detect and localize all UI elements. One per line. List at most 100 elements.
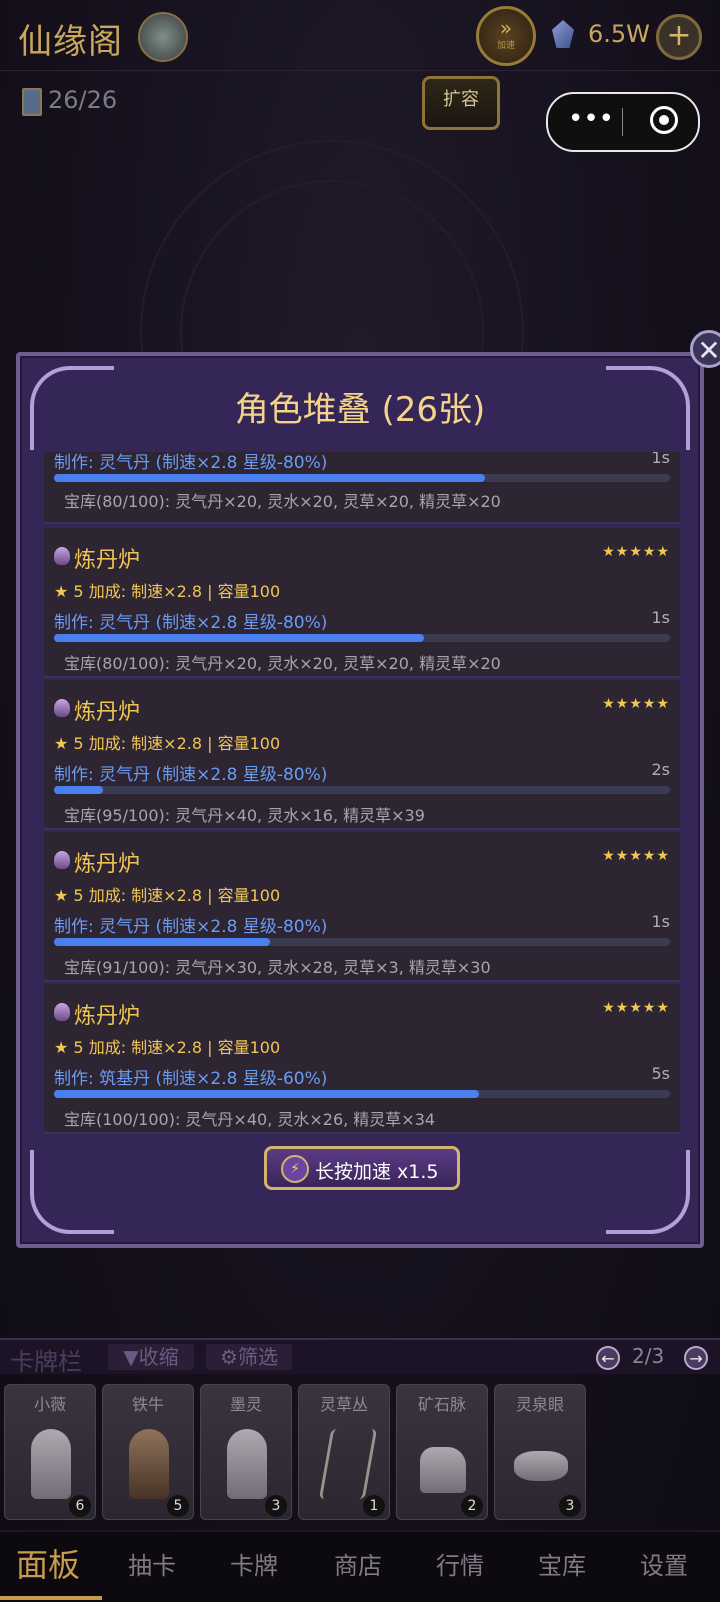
collapse-button[interactable]: ▼收缩 — [108, 1344, 194, 1370]
storage-info: 宝库(91/100): 灵气丹×30, 灵水×28, 灵草×3, 精灵草×30 — [64, 958, 491, 977]
currency-amount: 6.5W — [588, 20, 650, 48]
card-count: 1 — [363, 1495, 385, 1517]
list-item[interactable]: 炼丹炉 ★★★★★ ★ 5 加成: 制速×2.8 | 容量100 制作: 灵气丹… — [44, 680, 680, 830]
bottom-nav: 面板 抽卡 卡牌 商店 行情 宝库 设置 — [0, 1530, 720, 1602]
speedup-label: 长按加速 x1.5 — [315, 1161, 439, 1183]
card-slot[interactable]: 灵泉眼 3 — [494, 1384, 586, 1520]
gem-icon — [552, 20, 574, 48]
card-slot[interactable]: 矿石脉 2 — [396, 1384, 488, 1520]
furnace-icon — [54, 1003, 70, 1021]
character-portrait-icon — [31, 1429, 71, 1499]
header-divider — [0, 70, 720, 71]
nav-tab-settings[interactable]: 设置 — [640, 1546, 688, 1581]
lightning-icon: ⚡ — [281, 1155, 309, 1183]
character-portrait-icon — [227, 1429, 267, 1499]
close-modal-button[interactable]: ✕ — [690, 330, 720, 368]
storage-info: 宝库(95/100): 灵气丹×40, 灵水×16, 精灵草×39 — [64, 806, 425, 825]
furnace-icon — [54, 547, 70, 565]
progress-bar — [54, 1090, 670, 1098]
card-slot[interactable]: 小薇 6 — [4, 1384, 96, 1520]
nav-tab-shop[interactable]: 商店 — [334, 1546, 382, 1581]
prev-page-button[interactable]: ← — [596, 1346, 620, 1370]
craft-info: 制作: 灵气丹 (制速×2.8 星级-80%) — [54, 765, 328, 785]
progress-fill — [54, 474, 486, 482]
card-name: 墨灵 — [229, 1395, 262, 1414]
top-bar: 仙缘阁 » 加速 6.5W + — [0, 0, 720, 70]
craft-info: 制作: 灵气丹 (制速×2.8 星级-80%) — [54, 453, 328, 473]
sword-badge-icon[interactable] — [138, 12, 188, 62]
stack-list[interactable]: 制作: 灵气丹 (制速×2.8 星级-80%) 1s 宝库(80/100): 灵… — [44, 452, 680, 1138]
card-name: 矿石脉 — [417, 1395, 466, 1414]
ornament-corner — [606, 1150, 690, 1234]
bonus-info: ★ 5 加成: 制速×2.8 | 容量100 — [54, 1038, 281, 1057]
craft-time: 5s — [651, 1064, 670, 1083]
progress-bar — [54, 634, 670, 642]
list-item[interactable]: 炼丹炉 ★★★★★ ★ 5 加成: 制速×2.8 | 容量100 制作: 灵气丹… — [44, 528, 680, 678]
progress-fill — [54, 1090, 480, 1098]
bonus-info: ★ 5 加成: 制速×2.8 | 容量100 — [54, 886, 281, 905]
spring-icon — [514, 1451, 568, 1481]
page-indicator: 2/3 — [632, 1344, 665, 1368]
deck-count: 26/26 — [48, 86, 118, 114]
card-slot[interactable]: 铁牛 5 — [102, 1384, 194, 1520]
storage-info: 宝库(80/100): 灵气丹×20, 灵水×20, 灵草×20, 精灵草×20 — [64, 492, 501, 511]
list-item[interactable]: 炼丹炉 ★★★★★ ★ 5 加成: 制速×2.8 | 容量100 制作: 灵气丹… — [44, 832, 680, 982]
list-item[interactable]: 制作: 灵气丹 (制速×2.8 星级-80%) 1s 宝库(80/100): 灵… — [44, 452, 680, 524]
active-tab-indicator — [0, 1596, 102, 1600]
filter-button[interactable]: ⚙筛选 — [206, 1344, 292, 1370]
add-currency-button[interactable]: + — [656, 14, 702, 60]
nav-tab-panel[interactable]: 面板 — [16, 1540, 80, 1586]
item-name: 炼丹炉 — [74, 852, 141, 877]
progress-fill — [54, 938, 270, 946]
fast-forward-icon: » — [499, 16, 513, 40]
card-name: 灵草丛 — [319, 1395, 368, 1414]
card-name: 灵泉眼 — [515, 1395, 564, 1414]
nav-tab-market[interactable]: 行情 — [436, 1546, 484, 1581]
next-page-button[interactable]: → — [684, 1346, 708, 1370]
capsule-divider — [622, 108, 623, 136]
modal-title: 角色堆叠 (26张) — [234, 390, 486, 430]
stack-modal: 角色堆叠 (26张) 制作: 灵气丹 (制速×2.8 星级-80%) 1s 宝库… — [16, 352, 704, 1248]
furnace-icon — [54, 699, 70, 717]
list-item[interactable]: 炼丹炉 ★★★★★ ★ 5 加成: 制速×2.8 | 容量100 制作: 筑基丹… — [44, 984, 680, 1134]
card-row: 小薇 6 铁牛 5 墨灵 3 灵草丛 1 矿石脉 2 灵泉眼 3 — [0, 1380, 720, 1520]
star-rating: ★★★★★ — [602, 848, 670, 864]
card-name: 铁牛 — [131, 1395, 164, 1414]
ore-icon — [420, 1447, 466, 1493]
star-rating: ★★★★★ — [602, 696, 670, 712]
close-miniprogram-icon[interactable] — [650, 106, 678, 134]
star-rating: ★★★★★ — [602, 1000, 670, 1016]
item-name: 炼丹炉 — [74, 1004, 141, 1029]
ornament-corner — [30, 1150, 114, 1234]
furnace-icon — [54, 851, 70, 869]
hold-speedup-button[interactable]: ⚡ 长按加速 x1.5 — [264, 1146, 460, 1190]
fast-forward-button[interactable]: » 加速 — [476, 6, 536, 66]
nav-tab-draw[interactable]: 抽卡 — [128, 1546, 176, 1581]
character-portrait-icon — [129, 1429, 169, 1499]
card-count: 3 — [559, 1495, 581, 1517]
craft-info: 制作: 筑基丹 (制速×2.8 星级-60%) — [54, 1069, 328, 1089]
progress-bar — [54, 474, 670, 482]
deck-icon — [22, 88, 42, 116]
card-bar-header: 卡牌栏 ▼收缩 ⚙筛选 ← 2/3 → — [0, 1338, 720, 1376]
progress-fill — [54, 634, 424, 642]
card-slot[interactable]: 灵草丛 1 — [298, 1384, 390, 1520]
bonus-info: ★ 5 加成: 制速×2.8 | 容量100 — [54, 734, 281, 753]
miniprogram-capsule: ••• — [546, 92, 700, 152]
item-name: 炼丹炉 — [74, 700, 141, 725]
nav-tab-treasury[interactable]: 宝库 — [538, 1546, 586, 1581]
card-bar-title: 卡牌栏 — [10, 1348, 82, 1376]
card-slot[interactable]: 墨灵 3 — [200, 1384, 292, 1520]
card-count: 6 — [69, 1495, 91, 1517]
card-count: 2 — [461, 1495, 483, 1517]
storage-info: 宝库(100/100): 灵气丹×40, 灵水×26, 精灵草×34 — [64, 1110, 436, 1129]
herb-icon — [318, 1429, 378, 1499]
item-name: 炼丹炉 — [74, 548, 141, 573]
nav-tab-cards[interactable]: 卡牌 — [230, 1546, 278, 1581]
more-menu-icon[interactable]: ••• — [568, 104, 614, 134]
card-count: 5 — [167, 1495, 189, 1517]
craft-info: 制作: 灵气丹 (制速×2.8 星级-80%) — [54, 917, 328, 937]
expand-button[interactable]: 扩容 — [422, 76, 500, 130]
craft-time: 1s — [651, 452, 670, 467]
craft-time: 1s — [651, 608, 670, 627]
